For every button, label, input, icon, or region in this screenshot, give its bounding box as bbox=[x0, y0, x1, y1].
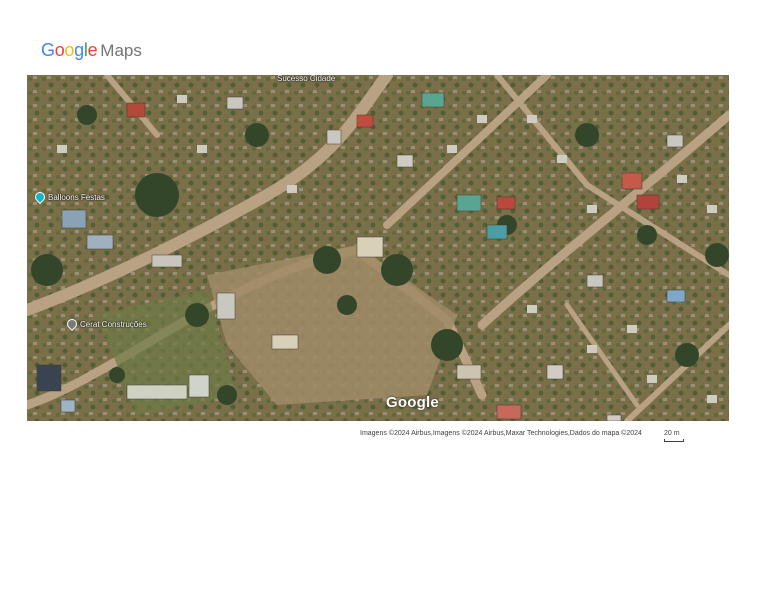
poi-label-construction: Cerat Construções bbox=[80, 319, 147, 329]
logo-letter-g2: g bbox=[74, 40, 84, 60]
road-label-top[interactable]: Sucesso Cidade bbox=[277, 75, 335, 83]
road-label-text: Sucesso Cidade bbox=[277, 75, 336, 83]
google-maps-logo: Google Maps bbox=[41, 40, 142, 64]
scale-bar bbox=[664, 439, 684, 442]
logo-letter-g: G bbox=[41, 40, 55, 60]
poi-balloons-festas[interactable]: Balloons Festas bbox=[32, 189, 105, 205]
poi-label-party: Balloons Festas bbox=[48, 192, 105, 202]
satellite-imagery bbox=[27, 75, 729, 421]
scale-label[interactable]: 20 m bbox=[664, 430, 680, 437]
shopping-pin-icon bbox=[32, 189, 48, 205]
maps-wordmark: Maps bbox=[100, 41, 142, 60]
google-watermark: Google bbox=[386, 394, 439, 411]
logo-letter-o1: o bbox=[54, 40, 65, 60]
google-wordmark: Google bbox=[41, 40, 98, 61]
place-pin-icon bbox=[64, 316, 80, 332]
satellite-map[interactable]: Sucesso Cidade Balloons Festas Cerat Con… bbox=[27, 75, 729, 421]
logo-letter-e: e bbox=[87, 40, 98, 60]
logo-letter-o2: o bbox=[64, 40, 75, 60]
poi-cerat-construcoes[interactable]: Cerat Construções bbox=[64, 316, 147, 332]
map-attribution: Imagens ©2024 Airbus,Imagens ©2024 Airbu… bbox=[360, 430, 642, 437]
